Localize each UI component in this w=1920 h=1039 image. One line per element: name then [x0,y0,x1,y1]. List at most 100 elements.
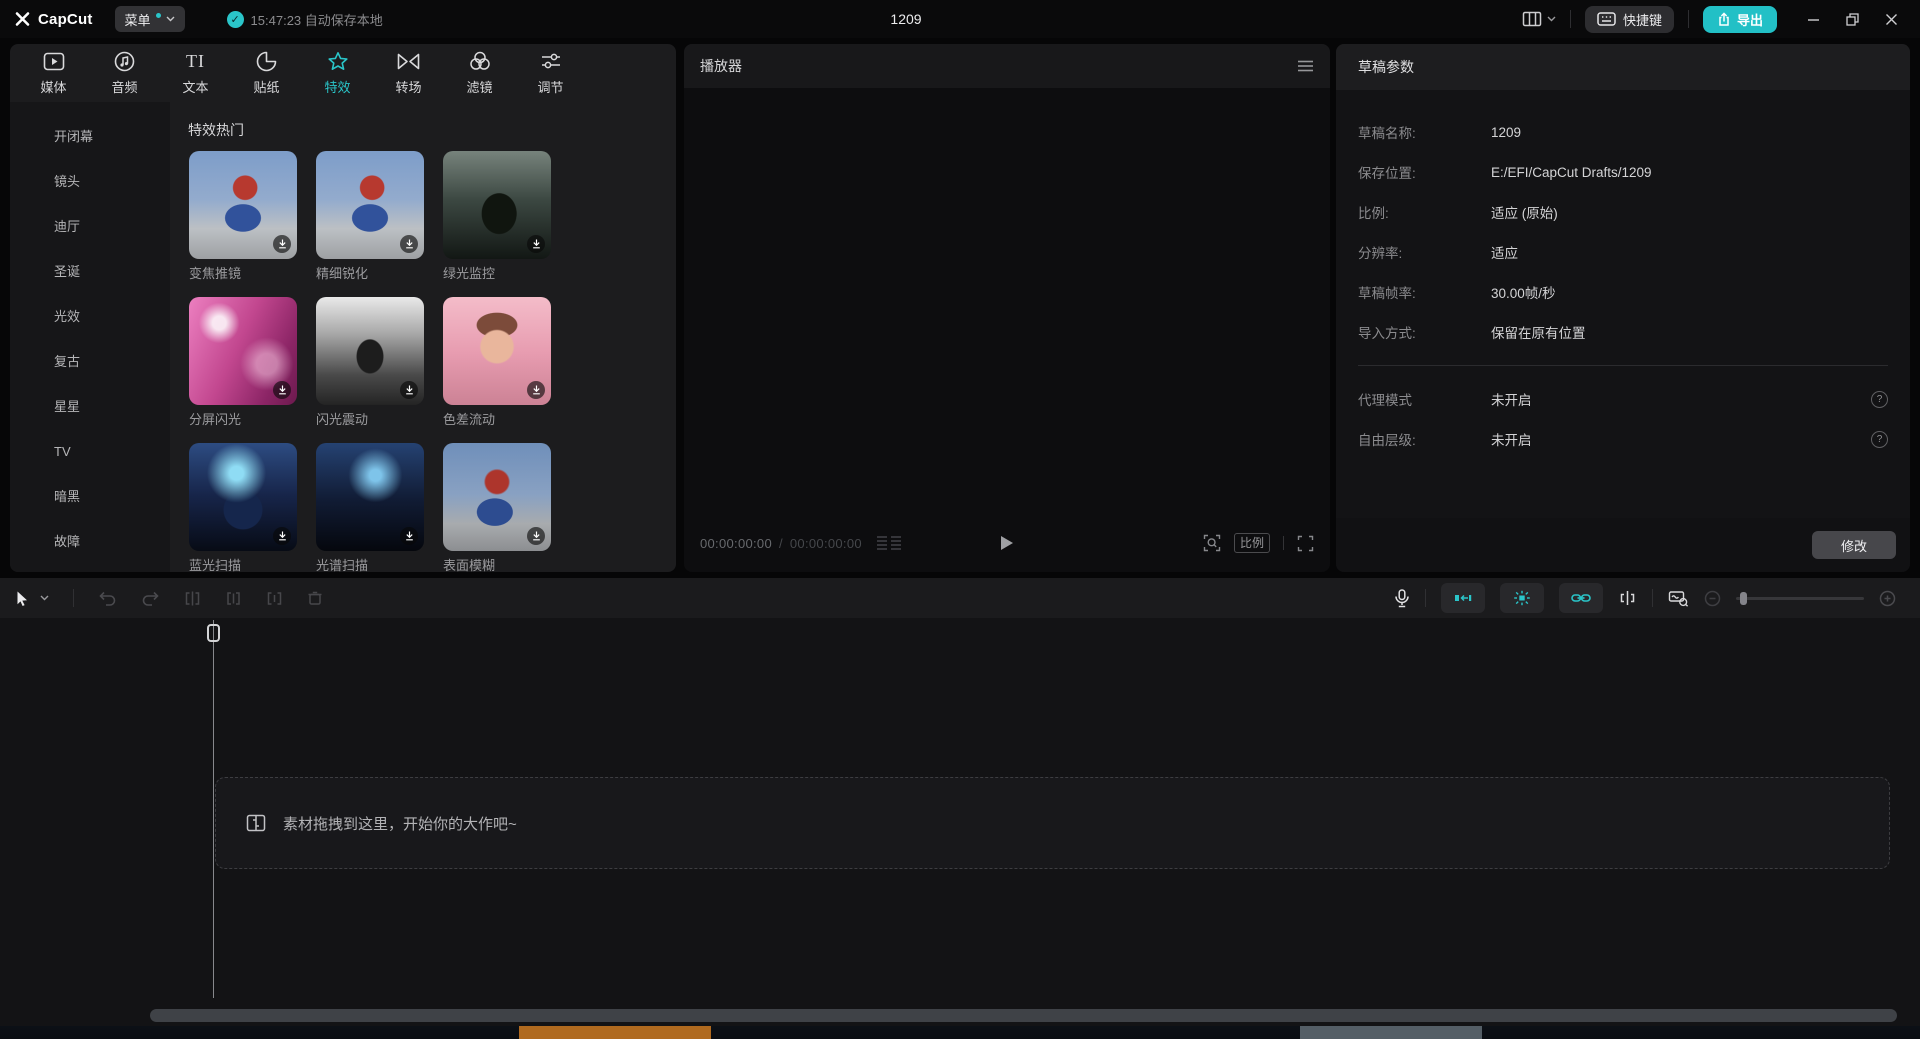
download-icon[interactable] [527,235,545,253]
effect-thumbnail[interactable] [189,297,297,405]
tab-text[interactable]: TI 文本 [160,48,231,98]
play-button[interactable] [1000,535,1014,551]
split-left-button[interactable] [184,591,201,606]
effect-thumbnail[interactable] [443,443,551,551]
category-dark[interactable]: 暗黑 [10,474,170,519]
tab-media[interactable]: 媒体 [18,48,89,98]
divider [1283,536,1284,550]
delete-button[interactable] [307,591,323,606]
field-value[interactable]: 保留在原有位置 [1491,322,1586,342]
shortcuts-button-label: 快捷键 [1623,10,1662,29]
record-voiceover-button[interactable] [1394,589,1410,608]
download-icon[interactable] [273,527,291,545]
effect-label: 色差流动 [443,411,551,429]
effect-thumbnail[interactable] [316,297,424,405]
category-camera[interactable]: 镜头 [10,159,170,204]
effect-thumbnail[interactable] [443,297,551,405]
tab-sticker[interactable]: 贴纸 [231,48,302,98]
field-value[interactable]: 1209 [1491,125,1521,140]
category-glitch[interactable]: 故障 [10,519,170,564]
playhead-line[interactable] [213,620,214,998]
category-retro[interactable]: 复古 [10,339,170,384]
menu-button[interactable]: 菜单 [115,6,185,32]
preview-axis-button[interactable] [1618,590,1637,606]
timeline-zoom-in-button[interactable] [1879,590,1896,607]
download-icon[interactable] [273,381,291,399]
effect-thumbnail[interactable] [316,151,424,259]
export-button[interactable]: 导出 [1703,6,1777,33]
player-menu-icon[interactable] [1297,60,1314,72]
redo-button[interactable] [141,591,160,606]
timeline-fit-button[interactable] [1668,589,1689,607]
restore-button[interactable] [1846,13,1859,26]
download-icon[interactable] [400,527,418,545]
effect-thumbnail[interactable] [189,443,297,551]
fullscreen-icon[interactable] [1297,535,1314,552]
keyboard-icon [1597,12,1616,26]
field-value[interactable]: 未开启 [1491,429,1532,449]
effect-card[interactable]: 绿光监控 [443,151,551,283]
effect-card[interactable]: 光谱扫描 [316,443,424,572]
modify-button[interactable]: 修改 [1812,531,1896,559]
tab-effects[interactable]: 特效 [302,48,373,98]
split-right-button[interactable] [266,591,283,606]
effect-thumbnail[interactable] [443,151,551,259]
help-icon[interactable]: ? [1871,431,1888,448]
timeline-area[interactable]: 素材拖拽到这里，开始你的大作吧~ [0,618,1920,1026]
category-stars[interactable]: 星星 [10,384,170,429]
category-opening-closing[interactable]: 开闭幕 [10,114,170,159]
tab-audio[interactable]: 音频 [89,48,160,98]
tab-adjust[interactable]: 调节 [515,48,586,98]
ratio-button[interactable]: 比例 [1234,533,1270,553]
timeline-zoom-slider[interactable] [1736,597,1864,600]
timeline-zoom-slider-handle[interactable] [1740,592,1747,605]
shortcuts-button[interactable]: 快捷键 [1585,6,1674,33]
effect-card[interactable]: 分屏闪光 [189,297,297,429]
minimize-button[interactable] [1807,13,1820,26]
effect-card[interactable]: 表面模糊 [443,443,551,572]
linkage-toggle[interactable] [1559,583,1603,613]
preview-quality-icon[interactable] [1203,534,1221,552]
media-drop-zone[interactable]: 素材拖拽到这里，开始你的大作吧~ [215,777,1890,869]
effect-thumbnail[interactable] [189,151,297,259]
auto-snap-toggle[interactable] [1500,583,1544,613]
category-disco[interactable]: 迪厅 [10,204,170,249]
tab-filter[interactable]: 滤镜 [444,48,515,98]
undo-button[interactable] [98,591,117,606]
select-tool-button[interactable] [14,590,49,607]
main-track-magnet-toggle[interactable] [1441,583,1485,613]
help-icon[interactable]: ? [1871,391,1888,408]
timeline-zoom-out-button[interactable] [1704,590,1721,607]
effect-card[interactable]: 蓝光扫描 [189,443,297,572]
effect-card[interactable]: 闪光震动 [316,297,424,429]
category-light[interactable]: 光效 [10,294,170,339]
tab-transition[interactable]: 转场 [373,48,444,98]
project-title: 1209 [846,11,966,27]
download-icon[interactable] [400,381,418,399]
effect-card[interactable]: 变焦推镜 [189,151,297,283]
field-draft-name: 草稿名称: 1209 [1358,112,1888,152]
effect-card[interactable]: 色差流动 [443,297,551,429]
export-button-label: 导出 [1737,10,1763,29]
effect-thumbnail[interactable] [316,443,424,551]
download-icon[interactable] [273,235,291,253]
autosave-status: ✓ 15:47:23 自动保存本地 [227,10,383,29]
timeline-horizontal-scrollbar[interactable] [150,1009,1897,1022]
download-icon[interactable] [527,381,545,399]
field-value[interactable]: 未开启 [1491,389,1532,409]
draft-parameters-panel: 草稿参数 草稿名称: 1209 保存位置: E:/EFI/CapCut Draf… [1336,44,1910,572]
field-value[interactable]: 适应 (原始) [1491,202,1558,222]
download-icon[interactable] [527,527,545,545]
category-christmas[interactable]: 圣诞 [10,249,170,294]
field-value[interactable]: 适应 [1491,242,1518,262]
split-button[interactable] [225,591,242,606]
download-icon[interactable] [400,235,418,253]
category-tv[interactable]: TV [10,429,170,474]
playhead-handle[interactable] [207,624,220,642]
field-value[interactable]: 30.00帧/秒 [1491,282,1556,302]
divider [1688,10,1689,28]
effect-card[interactable]: 精细锐化 [316,151,424,283]
workspace-layout-button[interactable] [1522,11,1556,27]
field-value[interactable]: E:/EFI/CapCut Drafts/1209 [1491,165,1652,180]
close-button[interactable] [1885,13,1898,26]
